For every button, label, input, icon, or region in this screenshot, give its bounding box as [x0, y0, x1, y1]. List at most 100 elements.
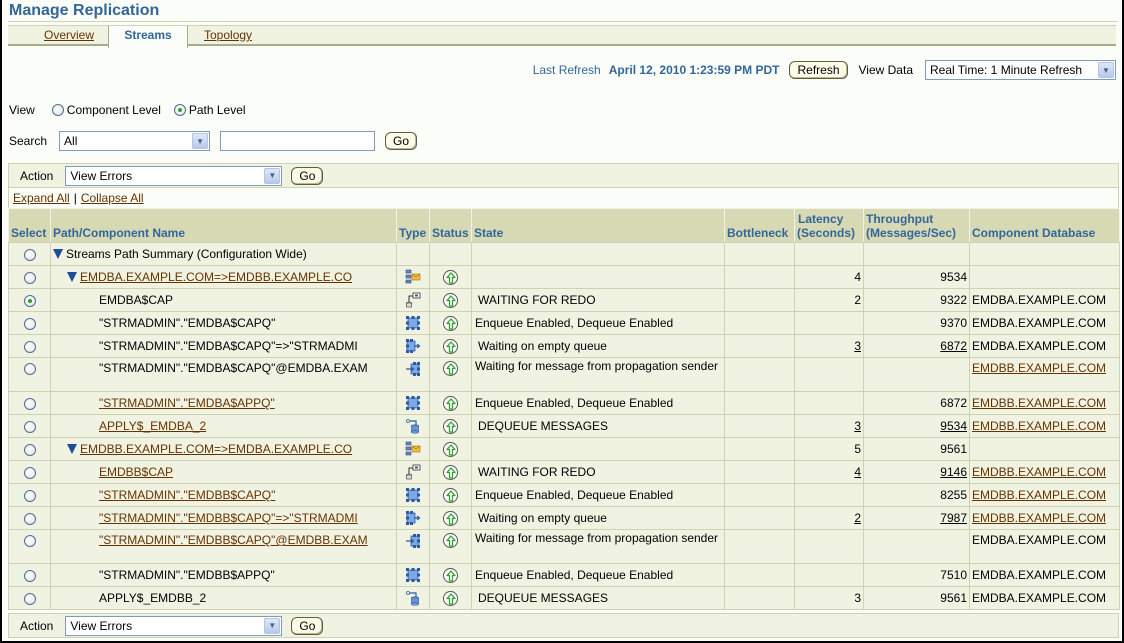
row-select-radio[interactable] — [23, 569, 36, 582]
col-status: Status — [429, 208, 472, 243]
table-row[interactable]: APPLY$_EMDBB_2 DEQUEUE MESSAGES 3 9561 EMDBA… — [8, 586, 1120, 610]
component-name-link[interactable]: EMDBB.EXAMPLE.COM=>EMDBA.EXAMPLE.CO — [80, 442, 352, 456]
search-input[interactable] — [220, 131, 376, 151]
chevron-down-icon[interactable]: ▼ — [264, 167, 281, 184]
search-field-select[interactable]: All ▼ — [59, 131, 211, 151]
component-level-radio[interactable] — [51, 104, 64, 116]
collapse-all-link[interactable]: Collapse All — [81, 191, 144, 205]
throughput-link[interactable]: 6872 — [940, 339, 967, 353]
type-cell — [396, 586, 430, 610]
action-value: View Errors — [70, 618, 133, 633]
tab-overview[interactable]: Overview — [44, 26, 94, 46]
throughput-cell — [863, 242, 970, 266]
component-name-link[interactable]: EMDBB$CAP — [99, 465, 173, 479]
throughput-cell — [863, 529, 970, 564]
collapse-triangle-icon[interactable] — [67, 444, 77, 454]
latency-link[interactable]: 3 — [854, 339, 861, 353]
table-row[interactable]: "STRMADMIN"."EMDBA$APPQ" Enqueue Enabled,… — [8, 391, 1120, 415]
action-go-button-bottom[interactable]: Go — [291, 616, 324, 635]
table-row[interactable]: "STRMADMIN"."EMDBA$CAPQ"@EMDBA.EXAM Waiti… — [8, 357, 1120, 392]
database-value: EMDBA.EXAMPLE.COM — [972, 339, 1107, 353]
throughput-link[interactable]: 7987 — [940, 511, 967, 525]
table-row[interactable]: "STRMADMIN"."EMDBB$APPQ" Enqueue Enabled,… — [8, 563, 1120, 587]
tab-topology[interactable]: Topology — [204, 26, 252, 46]
latency-link[interactable]: 3 — [854, 419, 861, 433]
status-cell — [429, 586, 472, 610]
database-link[interactable]: EMDBB.EXAMPLE.COM — [972, 396, 1106, 410]
latency-cell: 3 — [794, 334, 864, 358]
latency-link[interactable]: 2 — [854, 511, 861, 525]
database-cell: EMDBB.EXAMPLE.COM — [969, 357, 1120, 392]
table-row[interactable]: Streams Path Summary (Configuration Wide… — [8, 242, 1120, 266]
latency-cell — [794, 529, 864, 564]
row-select-radio[interactable] — [23, 592, 36, 605]
throughput-cell: 9370 — [863, 311, 970, 335]
chevron-down-icon[interactable]: ▼ — [264, 617, 281, 634]
table-row[interactable]: EMDBB$CAP WAITING FOR REDO 4 9146 EMDBB.EXAM… — [8, 460, 1120, 484]
component-name: "STRMADMIN"."EMDBA$CAPQ"=>"STRMADMI — [99, 339, 358, 353]
component-name-link[interactable]: APPLY$_EMDBA_2 — [99, 419, 206, 433]
row-select-radio[interactable] — [23, 340, 36, 353]
component-name-link[interactable]: EMDBA.EXAMPLE.COM=>EMDBB.EXAMPLE.CO — [80, 270, 352, 284]
database-link[interactable]: EMDBB.EXAMPLE.COM — [972, 465, 1106, 479]
row-select-radio[interactable] — [23, 317, 36, 330]
throughput-cell: 8255 — [863, 483, 970, 507]
row-select-radio[interactable] — [23, 248, 36, 261]
component-name-link[interactable]: "STRMADMIN"."EMDBB$CAPQ"=>"STRMADMI — [99, 511, 358, 525]
row-select-radio[interactable] — [23, 443, 36, 456]
throughput-link[interactable]: 9146 — [940, 465, 967, 479]
database-cell: EMDBB.EXAMPLE.COM — [969, 460, 1120, 484]
action-go-button[interactable]: Go — [291, 166, 324, 185]
type-cell — [396, 483, 430, 507]
row-select-radio[interactable] — [23, 397, 36, 410]
tab-streams[interactable]: Streams — [108, 26, 188, 48]
action-select-bottom[interactable]: View Errors ▼ — [65, 615, 283, 636]
row-select-radio[interactable] — [23, 466, 36, 479]
bottleneck-cell — [724, 265, 795, 289]
table-row[interactable]: EMDBB.EXAMPLE.COM=>EMDBA.EXAMPLE.CO 5 9561 — [8, 437, 1120, 461]
col-throughput-line1: Throughput — [866, 212, 934, 226]
database-link[interactable]: EMDBB.EXAMPLE.COM — [972, 361, 1106, 375]
table-row[interactable]: EMDBA$CAP WAITING FOR REDO 2 9322 EMDBA.EXAM… — [8, 288, 1120, 312]
table-row[interactable]: EMDBA.EXAMPLE.COM=>EMDBB.EXAMPLE.CO 4 9534 — [8, 265, 1120, 289]
table-row[interactable]: "STRMADMIN"."EMDBA$CAPQ"=>"STRMADMI Waiti… — [8, 334, 1120, 358]
collapse-triangle-icon[interactable] — [67, 272, 77, 282]
component-name-link[interactable]: "STRMADMIN"."EMDBB$CAPQ" — [99, 488, 275, 502]
database-link[interactable]: EMDBB.EXAMPLE.COM — [972, 419, 1106, 433]
database-cell: EMDBB.EXAMPLE.COM — [969, 506, 1120, 530]
select-cell — [8, 265, 51, 289]
throughput-value: 6872 — [940, 396, 967, 410]
search-go-button[interactable]: Go — [385, 132, 418, 150]
row-select-radio[interactable] — [23, 420, 36, 433]
throughput-value: 7510 — [940, 568, 967, 582]
row-select-radio[interactable] — [23, 294, 36, 307]
path-level-radio[interactable] — [173, 104, 186, 116]
refresh-button[interactable]: Refresh — [789, 61, 848, 79]
row-select-radio[interactable] — [23, 534, 36, 547]
expand-all-link[interactable]: Expand All — [13, 191, 70, 205]
database-link[interactable]: EMDBB.EXAMPLE.COM — [972, 511, 1106, 525]
row-select-radio[interactable] — [23, 512, 36, 525]
type-cell — [396, 506, 430, 530]
table-row[interactable]: "STRMADMIN"."EMDBA$CAPQ" Enqueue Enabled,… — [8, 311, 1120, 335]
table-row[interactable]: APPLY$_EMDBA_2 DEQUEUE MESSAGES 3 9534 EMDBB… — [8, 414, 1120, 438]
collapse-triangle-icon[interactable] — [53, 249, 63, 259]
title-divider — [8, 21, 1118, 22]
action-bar-bottom: Action View Errors ▼ Go — [8, 613, 1119, 638]
row-select-radio[interactable] — [23, 489, 36, 502]
table-row[interactable]: "STRMADMIN"."EMDBB$CAPQ" Enqueue Enabled,… — [8, 483, 1120, 507]
view-data-select[interactable]: Real Time: 1 Minute Refresh ▼ — [925, 60, 1116, 80]
latency-link[interactable]: 4 — [854, 465, 861, 479]
throughput-link[interactable]: 9534 — [940, 419, 967, 433]
action-select[interactable]: View Errors ▼ — [65, 165, 283, 186]
table-row[interactable]: "STRMADMIN"."EMDBB$CAPQ"@EMDBB.EXAM Waiti… — [8, 529, 1120, 564]
table-row[interactable]: "STRMADMIN"."EMDBB$CAPQ"=>"STRMADMI Waiti… — [8, 506, 1120, 530]
database-link[interactable]: EMDBB.EXAMPLE.COM — [972, 488, 1106, 502]
chevron-down-icon[interactable]: ▼ — [192, 133, 209, 149]
row-select-radio[interactable] — [23, 362, 36, 375]
status-up-icon — [443, 418, 458, 434]
component-name-link[interactable]: "STRMADMIN"."EMDBB$CAPQ"@EMDBB.EXAM — [99, 533, 368, 547]
row-select-radio[interactable] — [23, 271, 36, 284]
chevron-down-icon[interactable]: ▼ — [1098, 62, 1114, 78]
component-name-link[interactable]: "STRMADMIN"."EMDBA$APPQ" — [99, 396, 275, 410]
